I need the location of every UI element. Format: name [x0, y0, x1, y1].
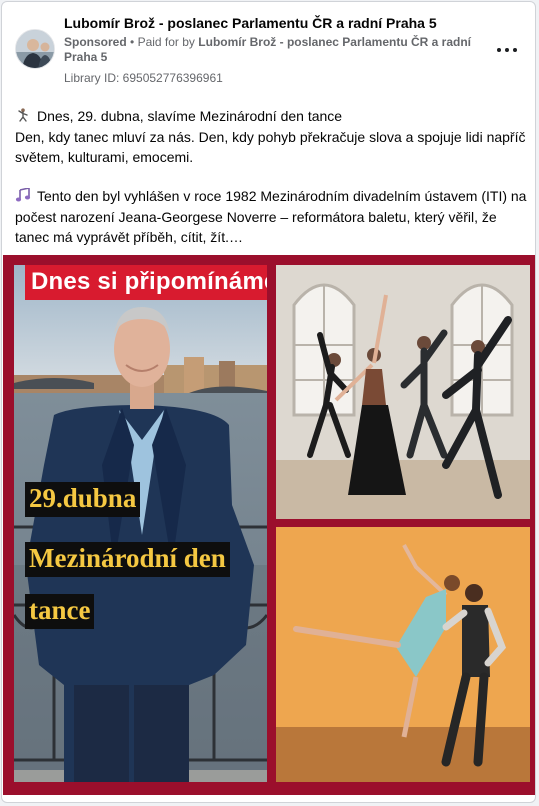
paid-for-prefix: Paid for by	[137, 35, 195, 49]
post-image-collage[interactable]: Dnes si připomínáme 29.dubna Mezinárodní…	[3, 255, 535, 795]
post-paragraph-1: Dnes, 29. dubna, slavíme Mezinárodní den…	[15, 106, 527, 168]
meta-separator: •	[130, 35, 135, 49]
couple-dance-photo	[276, 527, 530, 782]
contemporary-dancers-illustration	[276, 265, 530, 519]
music-notes-emoji-icon	[15, 188, 31, 202]
page-avatar[interactable]	[15, 29, 55, 69]
more-options-icon[interactable]	[495, 40, 519, 60]
paragraph2-text: Tento den byl vyhlášen v roce 1982 Mezin…	[15, 188, 527, 245]
author-name[interactable]: Lubomír Brož - poslanec Parlamentu ČR a …	[64, 15, 437, 31]
overlay-line2: tance	[25, 594, 95, 629]
paragraph1-line1: Dnes, 29. dubna, slavíme Mezinárodní den…	[37, 108, 343, 124]
sponsored-meta: Sponsored • Paid for by Lubomír Brož - p…	[64, 35, 494, 65]
sponsored-post-card: Lubomír Brož - poslanec Parlamentu ČR a …	[1, 1, 536, 803]
overlay-date: 29.dubna	[25, 482, 141, 517]
dancers-studio-photo	[276, 265, 530, 519]
avatar-photo-icon	[16, 30, 54, 68]
post-header: Lubomír Brož - poslanec Parlamentu ČR a …	[2, 2, 535, 94]
overlay-line1: Mezinárodní den	[25, 542, 230, 577]
library-id: Library ID: 695052776396961	[64, 71, 223, 85]
overlay-title: Dnes si připomínáme	[25, 265, 267, 300]
ballroom-couple-illustration	[276, 527, 530, 782]
politician-riverside-illustration	[14, 265, 267, 782]
paragraph1-line2: Den, kdy tanec mluví za nás. Den, kdy po…	[15, 128, 526, 166]
sponsored-label: Sponsored	[64, 35, 127, 49]
politician-photo: Dnes si připomínáme 29.dubna Mezinárodní…	[14, 265, 267, 782]
dancer-emoji-icon	[18, 108, 28, 122]
post-paragraph-2: Tento den byl vyhlášen v roce 1982 Mezin…	[15, 186, 527, 248]
